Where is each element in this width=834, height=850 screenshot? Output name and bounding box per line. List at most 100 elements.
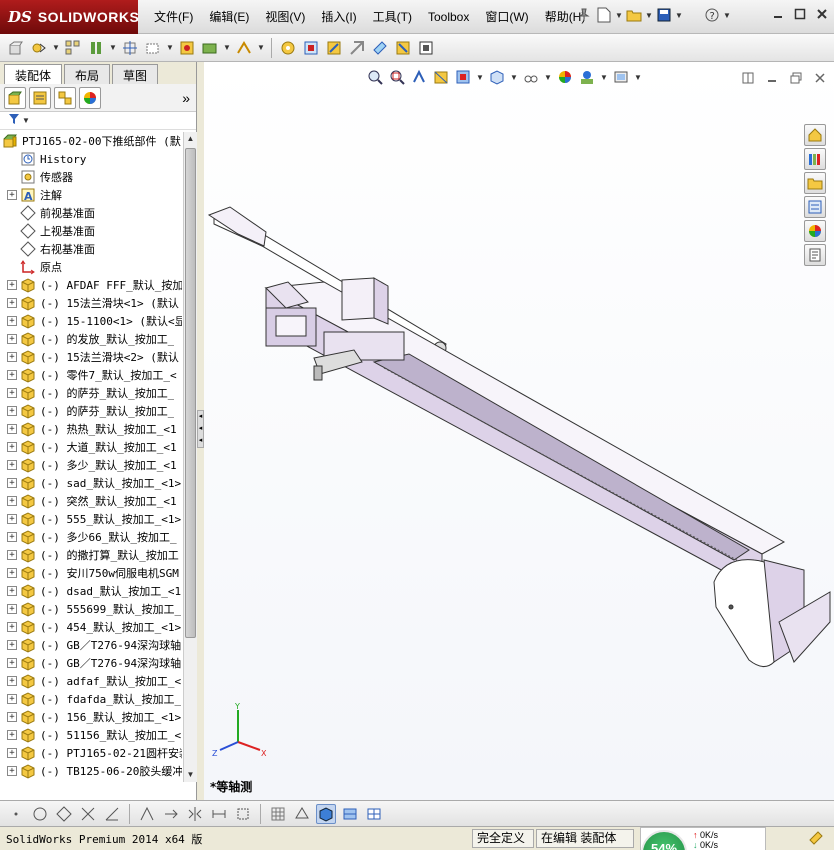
tree-node[interactable]: + (-) TB125-06-20胶头缓冲 xyxy=(0,762,182,780)
expand-toggle-icon[interactable]: + xyxy=(7,586,17,596)
section-icon[interactable] xyxy=(364,804,384,824)
extend-icon[interactable] xyxy=(161,804,181,824)
expand-toggle-icon[interactable]: + xyxy=(7,190,17,200)
expand-toggle-icon[interactable]: + xyxy=(7,604,17,614)
tree-node[interactable]: + (-) 15-1100<1> (默认<显 xyxy=(0,312,182,330)
open-folder-icon[interactable] xyxy=(625,6,643,24)
angle-icon[interactable] xyxy=(102,804,122,824)
expand-toggle-icon[interactable]: + xyxy=(7,766,17,776)
tree-node[interactable]: + (-) 突然_默认_按加工_<1 xyxy=(0,492,182,510)
solidworks-logo[interactable]: DS SOLIDWORKS xyxy=(0,0,139,34)
menu-tools[interactable]: 工具(T) xyxy=(365,0,420,34)
expand-toggle-icon[interactable]: + xyxy=(7,712,17,722)
chevron-down-icon[interactable]: ▼ xyxy=(675,11,683,20)
circle-icon[interactable] xyxy=(30,804,50,824)
expand-toggle-icon[interactable]: + xyxy=(7,352,17,362)
tree-node[interactable]: 传感器 xyxy=(0,168,182,186)
expand-toggle-icon[interactable]: + xyxy=(7,442,17,452)
show-hidden-icon[interactable] xyxy=(143,38,163,58)
tree-node[interactable]: 右视基准面 xyxy=(0,240,182,258)
tree-node[interactable]: 原点 xyxy=(0,258,182,276)
expand-toggle-icon[interactable]: + xyxy=(7,640,17,650)
close-icon[interactable] xyxy=(814,6,830,22)
expand-toggle-icon[interactable]: + xyxy=(7,406,17,416)
expand-toggle-icon[interactable]: + xyxy=(7,424,17,434)
clearance-verification-icon[interactable] xyxy=(370,38,390,58)
design-library-icon[interactable] xyxy=(804,148,826,170)
expand-toggle-icon[interactable]: + xyxy=(7,748,17,758)
menu-window[interactable]: 窗口(W) xyxy=(477,0,536,34)
help-icon[interactable]: ? xyxy=(703,6,721,24)
interference-detection-icon[interactable] xyxy=(347,38,367,58)
assembly-model[interactable] xyxy=(204,62,834,800)
tree-node[interactable]: + (-) 多少_默认_按加工_<1 xyxy=(0,456,182,474)
expand-toggle-icon[interactable]: + xyxy=(7,334,17,344)
measure-icon[interactable] xyxy=(416,38,436,58)
property-manager-icon[interactable] xyxy=(29,86,51,109)
tree-node[interactable]: History xyxy=(0,150,182,168)
mirror-icon[interactable] xyxy=(185,804,205,824)
expand-toggle-icon[interactable]: + xyxy=(7,370,17,380)
tree-node[interactable]: + (-) GB／T276-94深沟球轴 xyxy=(0,636,182,654)
new-motion-study-icon[interactable] xyxy=(234,38,254,58)
chevron-down-icon[interactable]: ▼ xyxy=(109,43,117,52)
tree-node[interactable]: + (-) 的萨芬_默认_按加工_ xyxy=(0,402,182,420)
tree-node[interactable]: + (-) fdafda_默认_按加工_ xyxy=(0,690,182,708)
tree-node[interactable]: + (-) 15法兰滑块<1> (默认 xyxy=(0,294,182,312)
reference-geometry-icon[interactable] xyxy=(200,38,220,58)
tree-node[interactable]: + (-) 的撒打算_默认_按加工 xyxy=(0,546,182,564)
scroll-up-icon[interactable]: ▲ xyxy=(185,133,196,145)
chevron-down-icon[interactable]: ▼ xyxy=(645,11,653,20)
expand-toggle-icon[interactable]: + xyxy=(7,694,17,704)
menu-insert[interactable]: 插入(I) xyxy=(313,0,364,34)
tree-node[interactable]: + (-) 热热_默认_按加工_<1 xyxy=(0,420,182,438)
restore-icon[interactable] xyxy=(792,6,808,22)
expand-toggle-icon[interactable]: + xyxy=(7,496,17,506)
tree-node[interactable]: 上视基准面 xyxy=(0,222,182,240)
chevron-down-icon[interactable]: ▼ xyxy=(166,43,174,52)
tree-node[interactable]: + (-) 的萨芬_默认_按加工_ xyxy=(0,384,182,402)
shaded-edges-icon[interactable] xyxy=(316,803,336,824)
graphics-area[interactable]: ▼ ▼ ▼ ▼ ▼ Y X Z *等轴测 xyxy=(204,62,834,800)
chevron-down-icon[interactable]: ▼ xyxy=(223,43,231,52)
scroll-thumb[interactable] xyxy=(185,148,196,638)
hole-alignment-icon[interactable] xyxy=(393,38,413,58)
explode-line-sketch-icon[interactable] xyxy=(324,38,344,58)
expand-toggle-icon[interactable]: + xyxy=(7,568,17,578)
tree-node[interactable]: + (-) 多少66_默认_按加工_ xyxy=(0,528,182,546)
feature-manager-icon[interactable] xyxy=(4,86,26,109)
tree-node[interactable]: PTJ165-02-00下推纸部件 (默 xyxy=(0,132,182,150)
tree-node[interactable]: + (-) dsad_默认_按加工_<1 xyxy=(0,582,182,600)
point-icon[interactable] xyxy=(6,804,26,824)
tree-node[interactable]: + A 注解 xyxy=(0,186,182,204)
tree-node[interactable]: + (-) 51156_默认_按加工_< xyxy=(0,726,182,744)
expand-toggle-icon[interactable]: + xyxy=(7,532,17,542)
menu-toolbox[interactable]: Toolbox xyxy=(420,0,477,34)
move-component-icon[interactable] xyxy=(120,38,140,58)
polygon-icon[interactable] xyxy=(54,804,74,824)
chevron-down-icon[interactable]: ▼ xyxy=(257,43,265,52)
tree-filter-bar[interactable]: ▼ xyxy=(0,112,196,130)
pushpin-icon[interactable] xyxy=(575,6,593,24)
chevron-down-icon[interactable]: ▼ xyxy=(52,43,60,52)
tree-node[interactable]: + (-) GB／T276-94深沟球轴 xyxy=(0,654,182,672)
tree-node[interactable]: + (-) sad_默认_按加工_<1> xyxy=(0,474,182,492)
tree-node[interactable]: + (-) PTJ165-02-21圆杆安装 xyxy=(0,744,182,762)
expand-toggle-icon[interactable]: + xyxy=(7,550,17,560)
smart-fasteners-icon[interactable] xyxy=(86,38,106,58)
configuration-manager-icon[interactable] xyxy=(54,86,76,109)
expand-toggle-icon[interactable]: + xyxy=(7,460,17,470)
expand-toggle-icon[interactable]: + xyxy=(7,676,17,686)
menu-view[interactable]: 视图(V) xyxy=(257,0,313,34)
custom-properties-icon[interactable] xyxy=(804,244,826,266)
chevron-down-icon[interactable]: ▼ xyxy=(22,116,30,125)
tree-node[interactable]: + (-) 15法兰滑块<2> (默认 xyxy=(0,348,182,366)
file-explorer-icon[interactable] xyxy=(804,172,826,194)
save-icon[interactable] xyxy=(655,6,673,24)
solidworks-resources-icon[interactable] xyxy=(804,124,826,146)
minimize-icon[interactable] xyxy=(770,6,786,22)
tree-node[interactable]: + (-) 安川750w伺服电机SGM xyxy=(0,564,182,582)
status-help-icon[interactable] xyxy=(808,830,824,849)
tab-sketch[interactable]: 草图 xyxy=(112,64,159,84)
trim-icon[interactable] xyxy=(137,804,157,824)
